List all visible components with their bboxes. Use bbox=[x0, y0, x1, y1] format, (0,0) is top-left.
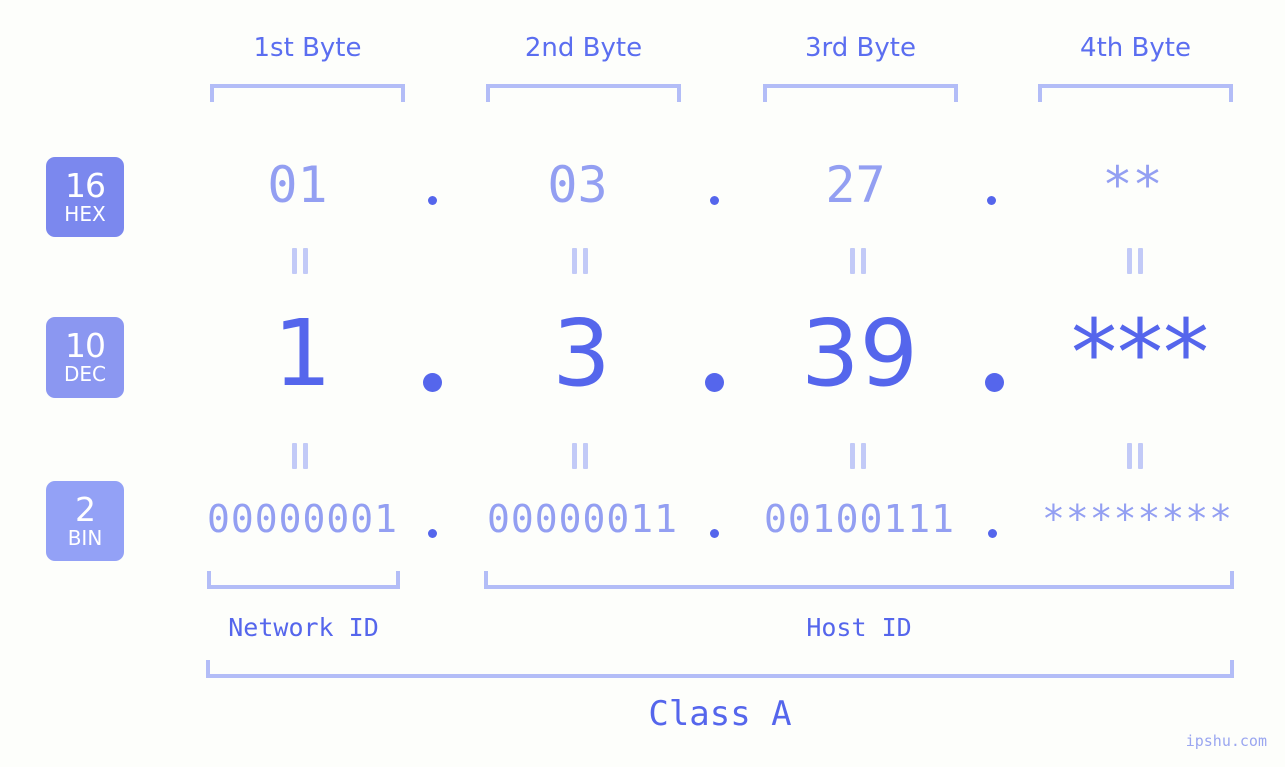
dec-separator-dot-1 bbox=[423, 373, 442, 392]
byte-header-label-1: 1st Byte bbox=[253, 33, 362, 63]
equals-mark-hex-dec-3 bbox=[850, 248, 867, 274]
byte-bracket-2 bbox=[486, 84, 681, 102]
site-watermark: ipshu.com bbox=[1185, 732, 1267, 750]
bin-byte-value-4: ******** bbox=[1041, 497, 1234, 541]
host-id-label: Host ID bbox=[806, 613, 912, 642]
byte-header-label-2: 2nd Byte bbox=[524, 33, 643, 63]
dec-byte-value-4: *** bbox=[1071, 300, 1209, 407]
network-id-label: Network ID bbox=[228, 613, 379, 642]
radix-badge-bin-number: 2 bbox=[75, 489, 96, 529]
dec-byte-value-3: 39 bbox=[800, 300, 919, 407]
hex-separator-dot-2 bbox=[710, 196, 719, 205]
bin-separator-dot-1 bbox=[428, 529, 437, 538]
dec-separator-dot-2 bbox=[705, 373, 724, 392]
radix-badge-dec: 10 DEC bbox=[46, 317, 124, 398]
equals-mark-hex-dec-1 bbox=[292, 248, 309, 274]
radix-badge-bin: 2 BIN bbox=[46, 481, 124, 561]
equals-mark-hex-dec-4 bbox=[1127, 248, 1144, 274]
dec-separator-dot-3 bbox=[985, 373, 1004, 392]
byte-bracket-3 bbox=[763, 84, 958, 102]
network-id-bracket bbox=[207, 571, 400, 589]
class-bracket bbox=[206, 660, 1234, 678]
equals-mark-hex-dec-2 bbox=[572, 248, 589, 274]
equals-mark-dec-bin-3 bbox=[850, 443, 867, 469]
equals-mark-dec-bin-1 bbox=[292, 443, 309, 469]
dec-byte-value-1: 1 bbox=[273, 300, 332, 407]
byte-header-label-4: 4th Byte bbox=[1080, 33, 1191, 63]
radix-badge-hex-number: 16 bbox=[65, 165, 106, 205]
hex-byte-value-3: 27 bbox=[825, 156, 886, 214]
radix-badge-hex: 16 HEX bbox=[46, 157, 124, 237]
dec-byte-value-2: 3 bbox=[552, 300, 611, 407]
radix-badge-hex-name: HEX bbox=[64, 201, 106, 226]
class-label: Class A bbox=[648, 694, 792, 734]
bin-byte-value-2: 00000011 bbox=[486, 497, 679, 541]
bin-byte-value-1: 00000001 bbox=[206, 497, 399, 541]
byte-bracket-1 bbox=[210, 84, 405, 102]
hex-byte-value-1: 01 bbox=[267, 156, 328, 214]
byte-header-label-3: 3rd Byte bbox=[805, 33, 916, 63]
bin-separator-dot-2 bbox=[710, 529, 719, 538]
radix-badge-dec-number: 10 bbox=[65, 326, 106, 365]
ip-address-breakdown-diagram: 1st Byte 2nd Byte 3rd Byte 4th Byte 16 H… bbox=[0, 0, 1285, 767]
host-id-bracket bbox=[484, 571, 1234, 589]
hex-separator-dot-3 bbox=[987, 196, 996, 205]
hex-byte-value-2: 03 bbox=[547, 156, 608, 214]
equals-mark-dec-bin-4 bbox=[1127, 443, 1144, 469]
equals-mark-dec-bin-2 bbox=[572, 443, 589, 469]
radix-badge-bin-name: BIN bbox=[67, 525, 103, 550]
hex-separator-dot-1 bbox=[428, 196, 437, 205]
byte-bracket-4 bbox=[1038, 84, 1233, 102]
bin-separator-dot-3 bbox=[988, 529, 997, 538]
bin-byte-value-3: 00100111 bbox=[763, 497, 956, 541]
hex-byte-value-4: ** bbox=[1102, 156, 1163, 214]
radix-badge-dec-name: DEC bbox=[63, 362, 106, 386]
